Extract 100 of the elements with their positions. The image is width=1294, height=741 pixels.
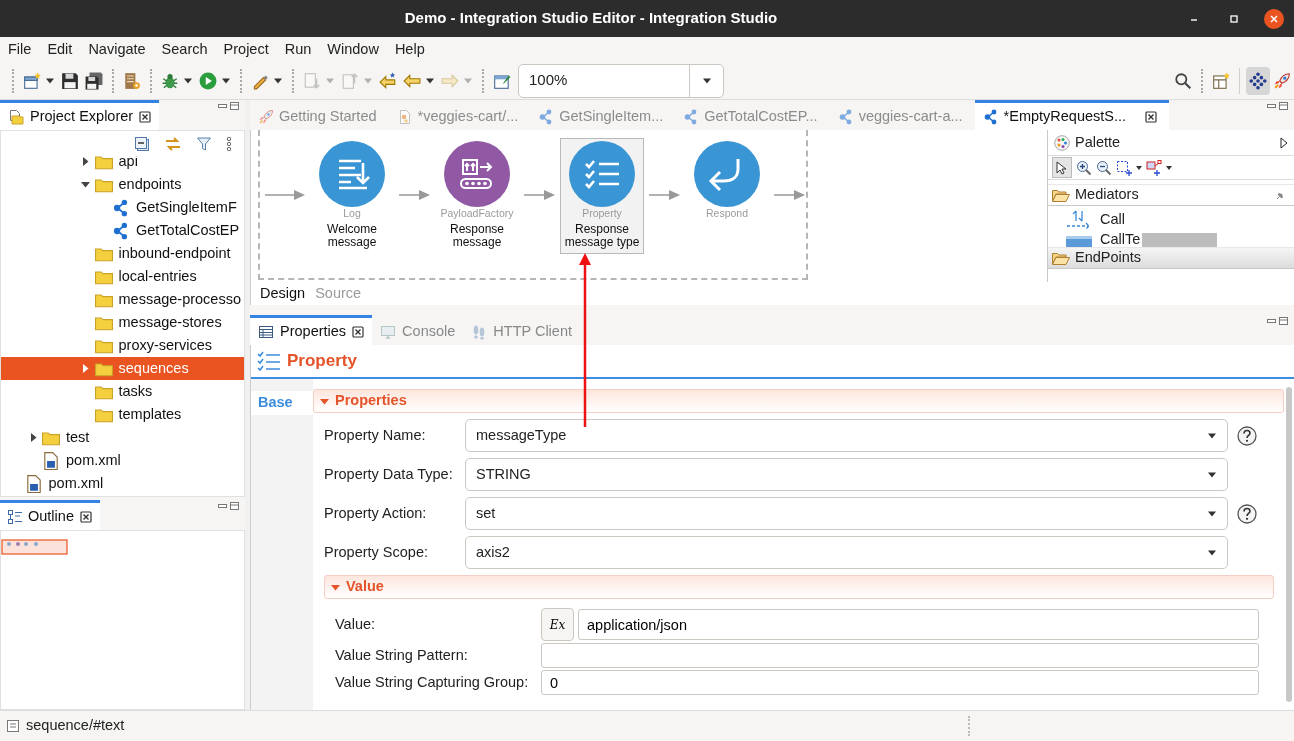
minimize-icon[interactable] <box>1267 102 1276 110</box>
connection-tool-icon[interactable] <box>1146 159 1162 176</box>
scrollbar[interactable] <box>1286 387 1292 702</box>
mediator-node[interactable]: Property Response message type <box>560 138 644 254</box>
field-label: Property Name: <box>324 425 427 445</box>
dropdown-field[interactable]: messageType <box>465 419 1228 452</box>
document-down-icon <box>303 71 321 90</box>
close-icon[interactable] <box>352 325 365 338</box>
tree-item[interactable]: local-entries <box>1 265 244 288</box>
menu-item[interactable]: File <box>0 37 40 62</box>
menu-item[interactable]: Search <box>153 37 216 62</box>
palette-drawer[interactable]: EndPoints <box>1048 247 1294 269</box>
expand-arrow-icon[interactable] <box>28 433 38 442</box>
palette-drawer[interactable]: Mediators <box>1048 184 1294 206</box>
menu-item[interactable]: Help <box>386 37 433 62</box>
dropdown-field[interactable]: axis2 <box>465 536 1228 569</box>
help-icon[interactable] <box>1237 503 1257 524</box>
editor-view-tab[interactable]: Design <box>260 282 306 305</box>
endpoint-icon <box>112 198 130 217</box>
server-config-icon <box>123 71 141 90</box>
tree-item[interactable]: GetTotalCostEP <box>1 219 244 242</box>
mediator-type: Property <box>581 207 623 220</box>
flow-arrow <box>399 190 430 200</box>
zoom-in-icon[interactable] <box>1076 159 1092 176</box>
flow-arrow <box>774 190 805 200</box>
tree-item[interactable]: proxy-services <box>1 334 244 357</box>
close-icon[interactable] <box>79 510 92 523</box>
caret-icon[interactable] <box>1136 164 1142 171</box>
minimize-icon[interactable] <box>218 102 227 110</box>
tree-item[interactable]: message-processo <box>1 288 244 311</box>
tree-item[interactable]: endpoints <box>1 173 244 196</box>
tree-item[interactable]: templates <box>1 403 244 426</box>
maximize-icon[interactable] <box>230 102 239 110</box>
caret-icon <box>1207 549 1217 556</box>
palette-item[interactable]: CallTe <box>1048 233 1294 247</box>
tree-item[interactable]: pom.xml <box>1 472 244 495</box>
tree-item[interactable]: message-stores <box>1 311 244 334</box>
collapse-palette-icon[interactable] <box>1280 136 1288 149</box>
text-field[interactable]: application/json <box>578 609 1259 640</box>
tree-item[interactable]: sequences <box>1 357 244 380</box>
tree-item[interactable]: tasks <box>1 380 244 403</box>
zoom-combo[interactable]: 100% <box>518 63 724 98</box>
tree-item[interactable]: test <box>1 426 244 449</box>
close-icon[interactable] <box>1145 110 1158 123</box>
help-icon[interactable] <box>1237 425 1257 446</box>
select-tool-button[interactable] <box>1052 157 1072 178</box>
caret-icon <box>701 77 712 84</box>
text-field[interactable]: 0 <box>541 670 1259 695</box>
outline-preview-drawing <box>1 539 68 555</box>
menu-item[interactable]: Project <box>215 37 277 62</box>
caret-icon <box>1207 510 1217 517</box>
filter-icon[interactable] <box>196 135 212 152</box>
editor-tab[interactable]: *EmptyRequestS... <box>974 100 1170 130</box>
expression-button[interactable]: Ex <box>541 608 574 641</box>
close-button[interactable] <box>1262 6 1286 31</box>
tree-item[interactable]: GetSingleItemF <box>1 196 244 219</box>
collapse-arrow-icon <box>320 396 329 406</box>
mediator-type: Respond <box>705 207 749 220</box>
mediator-node[interactable]: Log Welcome message <box>310 138 394 254</box>
link-editor-icon[interactable] <box>164 135 182 152</box>
menu-item[interactable]: Run <box>276 37 320 62</box>
menu-item[interactable]: Window <box>319 37 387 62</box>
close-icon <box>1264 8 1284 29</box>
dropdown-field[interactable]: set <box>465 497 1228 530</box>
tree-item[interactable]: pom.xml <box>1 449 244 472</box>
collapse-all-icon[interactable] <box>134 135 150 152</box>
pin-icon[interactable] <box>1276 190 1286 200</box>
mediator-type: PayloadFactory <box>439 207 515 220</box>
maximize-icon[interactable] <box>230 502 239 510</box>
marquee-icon[interactable] <box>1116 159 1132 176</box>
palette-icon <box>1054 134 1070 151</box>
call-arrows-icon <box>1066 208 1092 231</box>
view-tab[interactable]: Properties <box>250 315 373 345</box>
maximize-icon[interactable] <box>1279 317 1288 325</box>
close-icon[interactable] <box>139 110 152 123</box>
zoom-out-icon[interactable] <box>1096 159 1112 176</box>
menu-item[interactable]: Edit <box>39 37 81 62</box>
menu-item[interactable]: Navigate <box>80 37 154 62</box>
pointer-icon <box>1056 160 1068 175</box>
view-tab[interactable]: Project Explorer <box>0 100 160 130</box>
tree-item[interactable]: inbound-endpoint <box>1 242 244 265</box>
maximize-icon[interactable] <box>1279 102 1288 110</box>
minimize-icon[interactable] <box>218 502 227 510</box>
collapse-arrow-icon[interactable] <box>81 180 90 189</box>
caret-icon[interactable] <box>1166 164 1172 171</box>
perspective-button[interactable] <box>1246 66 1270 95</box>
view-tab[interactable]: Outline <box>0 500 100 530</box>
palette-header[interactable]: Palette <box>1048 130 1294 156</box>
rocket-icon <box>258 108 274 125</box>
view-menu-icon[interactable] <box>226 135 232 152</box>
table-icon <box>258 323 274 340</box>
minimize-icon[interactable] <box>1267 317 1276 325</box>
dropdown-field[interactable]: STRING <box>465 458 1228 491</box>
text-field[interactable] <box>541 643 1259 668</box>
open-perspective-icon <box>1212 71 1230 90</box>
palette-item[interactable]: Call <box>1048 206 1294 233</box>
field-label: Property Scope: <box>324 542 429 562</box>
save-icon <box>61 71 79 90</box>
mediator-node[interactable]: PayloadFactory Response message <box>435 138 519 254</box>
expand-arrow-icon[interactable] <box>81 157 90 166</box>
